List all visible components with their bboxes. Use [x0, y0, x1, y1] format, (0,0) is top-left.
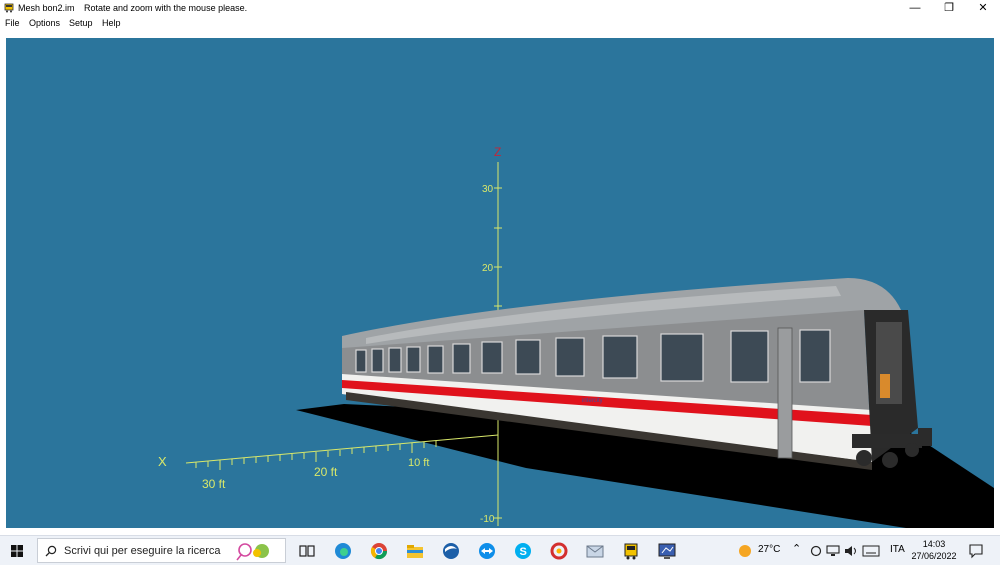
menu-file[interactable]: File [5, 18, 20, 28]
tray-app-icon[interactable] [810, 545, 822, 557]
notifications-icon[interactable] [968, 543, 984, 559]
x-tick-20ft: 20 ft [314, 465, 338, 479]
title-bar: Mesh bon2.im Rotate and zoom with the mo… [0, 0, 1000, 16]
svg-text:S: S [520, 546, 527, 558]
system-clock[interactable]: 14:03 27/06/2022 [906, 538, 962, 562]
window-title: Mesh bon2.im [18, 3, 75, 13]
mesh-viewer-icon[interactable] [656, 540, 678, 562]
clock-time: 14:03 [922, 539, 946, 549]
windows-start-icon[interactable] [6, 541, 28, 561]
chrome-icon[interactable] [368, 540, 390, 562]
coach-end-orange-panel [880, 374, 890, 398]
language-indicator[interactable]: ITA [890, 544, 905, 555]
network-icon[interactable] [826, 545, 840, 557]
tray-chevron-up-icon[interactable]: ⌃ [792, 542, 801, 555]
coach-logo: intercity [582, 398, 603, 404]
3d-viewport[interactable]: Z 30 20 -10 X 30 ft 20 ft 10 ft intercit… [6, 38, 994, 528]
z-axis-label: Z [494, 145, 501, 159]
x-tick-30ft: 30 ft [202, 477, 226, 491]
close-button[interactable]: ✕ [966, 0, 1000, 16]
search-placeholder: Scrivi qui per eseguire la ricerca [64, 545, 221, 557]
taskbar-search-box[interactable]: Scrivi qui per eseguire la ricerca [37, 538, 286, 563]
scene-canvas[interactable]: Z 30 20 -10 X 30 ft 20 ft 10 ft intercit… [6, 38, 994, 528]
minimize-button[interactable]: — [898, 0, 932, 16]
keyboard-icon[interactable] [862, 545, 880, 557]
menu-options[interactable]: Options [29, 18, 60, 28]
z-tick-neg10: -10 [480, 514, 495, 525]
z-tick-20: 20 [482, 263, 494, 274]
window-hint: Rotate and zoom with the mouse please. [84, 3, 248, 13]
coach-door [777, 327, 793, 459]
menu-setup[interactable]: Setup [69, 18, 93, 28]
weather-sun-icon[interactable] [738, 544, 752, 558]
x-tick-10ft: 10 ft [408, 457, 429, 469]
browser-icon[interactable] [440, 540, 462, 562]
volume-icon[interactable] [844, 545, 858, 557]
train-sim-icon[interactable] [620, 540, 642, 562]
menu-bar: File Options Setup Help [0, 16, 1000, 31]
red-app-icon[interactable] [548, 540, 570, 562]
z-tick-30: 30 [482, 184, 494, 195]
taskbar: Scrivi qui per eseguire la ricerca S 27°… [0, 535, 1000, 565]
mail-icon[interactable] [584, 540, 606, 562]
edge-icon[interactable] [332, 540, 354, 562]
clock-date: 27/06/2022 [911, 551, 957, 561]
weather-temp[interactable]: 27°C [758, 544, 780, 555]
file-explorer-icon[interactable] [404, 540, 426, 562]
task-view-icon[interactable] [296, 540, 318, 562]
app-icon [4, 3, 14, 13]
search-icon [45, 545, 57, 557]
teamviewer-icon[interactable] [476, 540, 498, 562]
skype-icon[interactable]: S [512, 540, 534, 562]
search-highlight-icon [236, 543, 269, 561]
x-axis-label: X [158, 454, 167, 469]
menu-help[interactable]: Help [102, 18, 121, 28]
restore-button[interactable]: ❐ [932, 0, 966, 16]
